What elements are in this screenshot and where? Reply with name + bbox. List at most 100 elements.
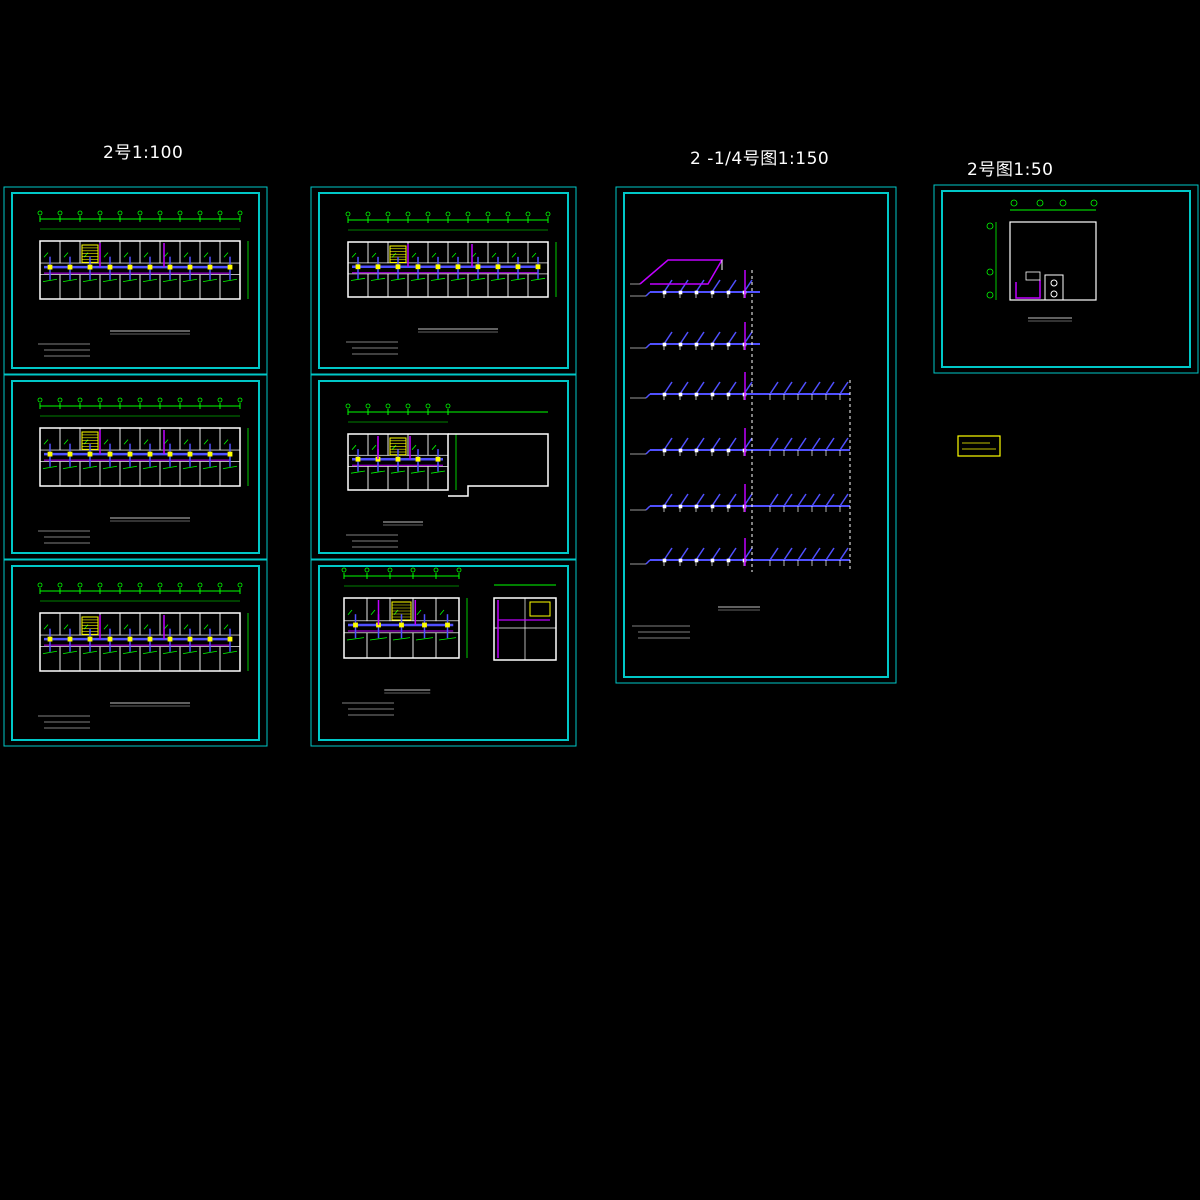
system-branch-right xyxy=(769,547,779,561)
system-branch-right xyxy=(839,381,849,395)
system-branch xyxy=(711,331,721,345)
system-fitting xyxy=(694,448,699,453)
floor-plan-b-grid-bubble xyxy=(237,397,243,403)
system-branch xyxy=(663,381,673,395)
system-fitting xyxy=(678,290,683,295)
floor-plan-c-fixture xyxy=(183,624,189,630)
system-branch xyxy=(679,547,689,561)
floor-plan-b-fixture xyxy=(223,439,229,445)
system-fitting xyxy=(710,392,715,397)
floor-plan-b xyxy=(37,397,249,544)
detail-outline xyxy=(1009,221,1097,301)
system-branch-right xyxy=(825,547,835,561)
system-level-5 xyxy=(630,484,850,512)
sheet-system-inner xyxy=(623,192,889,678)
floor-plan-c-fixture xyxy=(43,624,49,630)
floor-plan-e-grid-bubble xyxy=(405,403,411,409)
floor-plan-a-fixture xyxy=(63,252,69,258)
floor-plan-f-grid-bubble xyxy=(364,567,370,573)
floor-plan-d-valve xyxy=(455,264,461,270)
system-pipe-end xyxy=(645,291,651,297)
system-branch xyxy=(695,547,705,561)
floor-plan-d-fixture xyxy=(531,252,537,258)
floor-plan-b-grid-bubble xyxy=(117,397,123,403)
detail-pipe xyxy=(1015,280,1041,299)
detail-grid-bubble-side xyxy=(986,222,994,230)
floor-plan-b-grid-bubble xyxy=(157,397,163,403)
floor-plan-c-grid-bubble xyxy=(177,582,183,588)
floor-plan-d-fixture xyxy=(351,252,357,258)
floor-plan-d-valve xyxy=(375,264,381,270)
floor-plan-b-grid-bubble xyxy=(37,397,43,403)
detail-grid-bubble xyxy=(1059,199,1067,207)
floor-plan-f-grid-bubble xyxy=(341,567,347,573)
floor-plan-c-grid-bubble xyxy=(77,582,83,588)
floor-plan-c-valve xyxy=(107,636,113,642)
floor-plan-e-valve xyxy=(395,456,401,462)
system-fitting xyxy=(726,290,731,295)
floor-plan-d-grid-bubble xyxy=(345,211,351,217)
floor-plan-c-valve xyxy=(207,636,213,642)
floor-plan-f-fixture xyxy=(416,609,422,616)
system-fitting xyxy=(662,342,667,347)
floor-plan-d-valve xyxy=(495,264,501,270)
floor-plan-f-grid-bubble xyxy=(433,567,439,573)
detail-grid-bubble xyxy=(1090,199,1098,207)
floor-plan-c-valve xyxy=(47,636,53,642)
system-fitting xyxy=(710,342,715,347)
floor-plan-b-valve xyxy=(67,451,73,457)
system-branch xyxy=(727,331,737,345)
floor-plan-a-grid-bubble xyxy=(57,210,63,216)
system-branch xyxy=(679,493,689,507)
floor-plan-b-grid-bubble xyxy=(177,397,183,403)
system-pipe-end xyxy=(645,449,651,455)
system-branch xyxy=(663,493,673,507)
floor-plan-c-fixture xyxy=(223,624,229,630)
system-branch-right xyxy=(783,381,793,395)
floor-plan-a-grid-bubble xyxy=(97,210,103,216)
system-branch-right xyxy=(825,437,835,451)
system-branch xyxy=(679,437,689,451)
floor-plan-d-grid-bubble xyxy=(465,211,471,217)
floor-plan-c-valve xyxy=(127,636,133,642)
cad-drawing-canvas[interactable]: 2号1:100 2 -1/4号图1:150 2号图1:50 xyxy=(0,0,1200,1200)
floor-plan-b-grid-bubble xyxy=(137,397,143,403)
system-branch-right xyxy=(797,437,807,451)
floor-plan-b-grid-bubble xyxy=(77,397,83,403)
floor-plan-d-grid-bubble xyxy=(425,211,431,217)
system-fitting xyxy=(678,342,683,347)
floor-plan-b-valve xyxy=(167,451,173,457)
detail-equipment xyxy=(1044,274,1064,301)
system-branch xyxy=(679,381,689,395)
floor-plan-b-fixture xyxy=(183,439,189,445)
note-box-outline xyxy=(957,435,1001,457)
system-fitting xyxy=(678,392,683,397)
floor-plan-f-fixture xyxy=(370,609,376,616)
floor-plan-c-fixture xyxy=(103,624,109,630)
floor-plan-a-fixture xyxy=(203,252,209,258)
system-fitting xyxy=(662,448,667,453)
floor-plan-d xyxy=(345,211,557,355)
floor-plan-d-valve xyxy=(415,264,421,270)
sheet-plan-5 xyxy=(310,374,577,560)
system-pipe-end xyxy=(645,393,651,399)
system-pipe-end xyxy=(645,559,651,565)
system-branch xyxy=(663,279,673,293)
floor-plan-e-valve xyxy=(415,456,421,462)
detail-plan xyxy=(986,199,1098,322)
floor-plan-b-valve xyxy=(147,451,153,457)
system-branch xyxy=(663,437,673,451)
hall-outline xyxy=(448,433,549,497)
floor-plan-a-valve xyxy=(67,264,73,270)
floor-plan-a-valve xyxy=(227,264,233,270)
system-diagram xyxy=(630,259,851,639)
floor-plan-d-grid-bubble xyxy=(445,211,451,217)
floor-plan-d-fixture xyxy=(431,252,437,258)
floor-plan-b-valve xyxy=(107,451,113,457)
floor-plan-a-grid-bubble xyxy=(37,210,43,216)
system-fitting xyxy=(710,504,715,509)
floor-plan-e-grid-bubble xyxy=(385,403,391,409)
sheet-system xyxy=(615,186,897,684)
system-fitting xyxy=(678,504,683,509)
system-branch xyxy=(727,437,737,451)
